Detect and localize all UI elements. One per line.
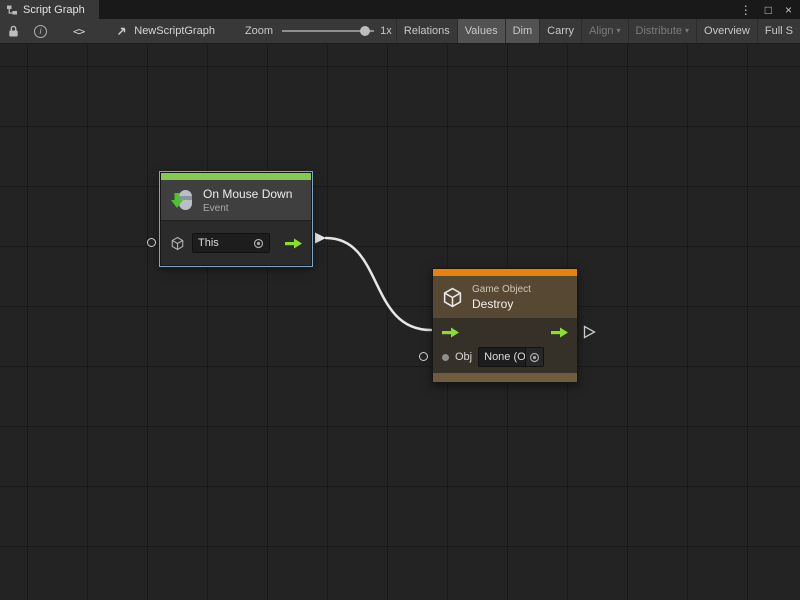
- target-field[interactable]: This: [192, 233, 270, 253]
- zoom-slider-handle[interactable]: [360, 26, 370, 36]
- align-button[interactable]: Align▾: [581, 19, 627, 43]
- close-icon[interactable]: ×: [785, 4, 792, 16]
- object-picker-icon[interactable]: [529, 352, 540, 363]
- mouse-down-icon: [169, 187, 195, 213]
- distribute-button[interactable]: Distribute▾: [628, 19, 696, 43]
- node-port-row: This: [161, 220, 311, 265]
- flow-output-port[interactable]: [551, 327, 568, 338]
- obj-field[interactable]: None (O: [478, 347, 544, 367]
- flow-output-port[interactable]: [285, 238, 302, 249]
- carry-button[interactable]: Carry: [539, 19, 581, 43]
- info-icon[interactable]: i: [34, 25, 47, 38]
- values-button[interactable]: Values: [457, 19, 505, 43]
- graph-breadcrumb[interactable]: NewScriptGraph: [116, 25, 215, 37]
- target-field-value: This: [198, 237, 219, 249]
- node-header: Game Object Destroy: [433, 276, 577, 318]
- node-port-rows: Obj None (O: [433, 318, 577, 373]
- window-controls: ⋮ □ ×: [740, 0, 800, 19]
- dim-button[interactable]: Dim: [505, 19, 540, 43]
- node-on-mouse-down[interactable]: On Mouse Down Event This: [160, 172, 312, 266]
- graph-pointer-icon: [116, 25, 128, 37]
- graph-canvas[interactable]: On Mouse Down Event This: [0, 44, 800, 600]
- chevron-down-icon: ▾: [685, 27, 689, 35]
- object-picker-icon[interactable]: [253, 238, 264, 249]
- node-subtitle: Event: [203, 203, 292, 214]
- lock-icon[interactable]: [8, 25, 19, 38]
- tab-title: Script Graph: [23, 4, 85, 16]
- control-flow-row: [433, 320, 577, 344]
- node-header: On Mouse Down Event: [161, 180, 311, 220]
- connection-wire: [0, 44, 800, 600]
- zoom-slider[interactable]: [282, 25, 374, 37]
- relations-button[interactable]: Relations: [396, 19, 457, 43]
- node-destroy[interactable]: Game Object Destroy: [432, 268, 578, 383]
- destroy-accent-strip: [433, 269, 577, 276]
- overview-button[interactable]: Overview: [696, 19, 757, 43]
- zoom-label: Zoom: [245, 25, 273, 37]
- chevron-down-icon: ▾: [617, 27, 621, 35]
- flow-continuation-icon: [583, 325, 596, 339]
- tab-script-graph[interactable]: Script Graph: [0, 0, 99, 19]
- event-accent-strip: [161, 173, 311, 180]
- graph-name-label: NewScriptGraph: [134, 25, 215, 37]
- gameobject-cube-icon: [442, 287, 463, 308]
- node-title: On Mouse Down: [203, 187, 292, 201]
- zoom-value: 1x: [380, 25, 392, 37]
- graph-toolbar: i <> NewScriptGraph Zoom 1x Relations Va…: [0, 19, 800, 44]
- node-title: Destroy: [472, 297, 531, 311]
- obj-label: Obj: [455, 351, 472, 363]
- obj-port-dot: [442, 354, 449, 361]
- window-tab-bar: Script Graph ⋮ □ ×: [0, 0, 800, 19]
- destroy-footer-strip: [433, 373, 577, 382]
- maximize-icon[interactable]: □: [765, 4, 772, 16]
- flow-input-port[interactable]: [442, 327, 459, 338]
- code-icon[interactable]: <>: [73, 25, 84, 38]
- node-category: Game Object: [472, 284, 531, 295]
- window-menu-icon[interactable]: ⋮: [740, 4, 752, 16]
- obj-input-port[interactable]: [419, 352, 428, 361]
- toolbar-buttons: Relations Values Dim Carry Align▾ Distri…: [396, 19, 800, 43]
- graph-tab-icon: [6, 4, 18, 16]
- obj-port-row: Obj None (O: [433, 344, 577, 370]
- target-input-port[interactable]: [147, 238, 156, 247]
- obj-field-value: None (O: [484, 351, 525, 363]
- fullscreen-button[interactable]: Full S: [757, 19, 800, 43]
- gameobject-cube-icon: [170, 236, 185, 251]
- object-picker-box[interactable]: [525, 348, 543, 366]
